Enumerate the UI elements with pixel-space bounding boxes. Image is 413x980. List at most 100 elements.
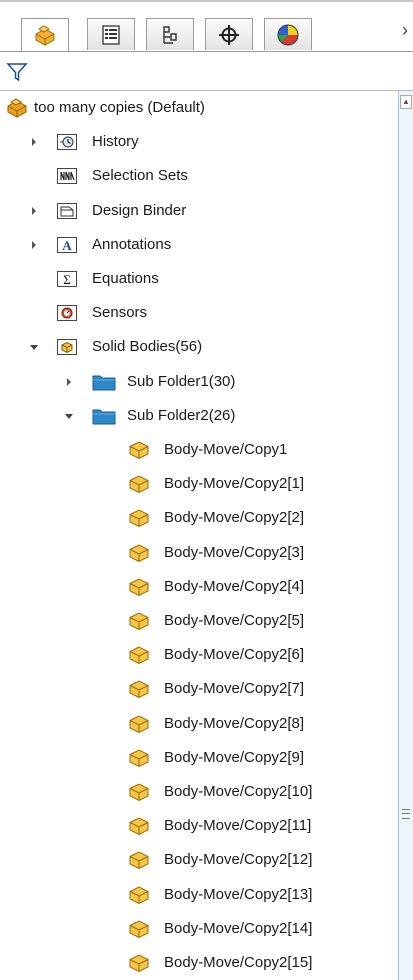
tab-feature-manager[interactable] [21, 18, 69, 52]
filter-icon[interactable] [6, 61, 28, 87]
body-icon [128, 508, 150, 528]
selection-sets-icon [56, 166, 78, 186]
body-icon [128, 885, 150, 905]
appearance-pie-icon [276, 23, 300, 47]
tree-body[interactable]: Body-Move/Copy2[4] [0, 572, 398, 602]
body-icon [128, 611, 150, 631]
tree-body[interactable]: Body-Move/Copy2[1] [0, 469, 398, 499]
vertical-scrollbar[interactable]: ▲ [398, 91, 413, 980]
body-icon [128, 577, 150, 597]
tree-item-label: Body-Move/Copy2[12] [164, 851, 313, 869]
tree-body[interactable]: Body-Move/Copy2[2] [0, 503, 398, 533]
tab-configuration-manager[interactable] [146, 18, 194, 50]
tree-item[interactable]: Solid Bodies(56) [0, 332, 398, 362]
tree-body[interactable]: Body-Move/Copy2[11] [0, 811, 398, 841]
tree-item[interactable]: Selection Sets [0, 161, 398, 191]
tree-folder[interactable]: Sub Folder2(26) [0, 401, 398, 431]
panel-collapse-button[interactable]: › [402, 20, 408, 41]
collapsed-arrow-icon[interactable] [64, 377, 74, 387]
tree-item-label: Equations [92, 270, 159, 287]
body-icon [128, 679, 150, 699]
tree-body[interactable]: Body-Move/Copy2[3] [0, 538, 398, 568]
tree-item-label: Solid Bodies(56) [92, 338, 203, 356]
tree-body[interactable]: Body-Move/Copy2[13] [0, 880, 398, 910]
top-divider [0, 0, 413, 2]
tree-item-label: Design Binder [92, 201, 187, 219]
tree-item[interactable]: Sensors [0, 298, 398, 328]
collapsed-arrow-icon[interactable] [29, 137, 39, 147]
filter-bar [0, 57, 413, 91]
body-icon [128, 953, 150, 973]
body-icon [128, 543, 150, 563]
scroll-thumb-grip[interactable] [402, 809, 410, 819]
body-icon [128, 645, 150, 665]
equations-icon: Σ [56, 269, 78, 289]
tab-divider [0, 51, 413, 52]
body-icon [128, 816, 150, 836]
tree-root[interactable]: too many copies (Default) [0, 93, 398, 123]
folder-icon [92, 406, 116, 426]
tree-item[interactable]: History [0, 127, 398, 157]
sensors-icon [56, 303, 78, 323]
body-icon [128, 714, 150, 734]
annotations-icon: A [56, 235, 78, 255]
feature-tree: too many copies (Default) History Selectio… [0, 91, 398, 980]
expanded-arrow-icon[interactable] [64, 411, 74, 421]
collapsed-arrow-icon[interactable] [29, 206, 39, 216]
manager-tab-bar: › [0, 0, 413, 57]
tab-property-manager[interactable] [87, 18, 135, 50]
tree-item-label: Body-Move/Copy2[10] [164, 783, 313, 800]
tree-body[interactable]: Body-Move/Copy2[6] [0, 640, 398, 670]
tree-item-label: too many copies (Default) [34, 99, 205, 116]
body-icon [128, 919, 150, 939]
tree-item[interactable]: Σ Equations [0, 264, 398, 294]
body-icon [128, 850, 150, 870]
body-icon [128, 782, 150, 802]
tree-body[interactable]: Body-Move/Copy2[14] [0, 914, 398, 944]
tree-item-label: Body-Move/Copy2[6] [164, 646, 305, 664]
crosshair-icon [218, 24, 240, 46]
tree-body[interactable]: Body-Move/Copy2[12] [0, 845, 398, 875]
tree-item-label: Body-Move/Copy2[15] [164, 954, 313, 971]
tree-item-label: Body-Move/Copy1 [164, 441, 288, 458]
tree-item-label: Body-Move/Copy2[9] [164, 748, 305, 766]
tree-item-label: Sub Folder1(30) [127, 372, 236, 390]
tree-body[interactable]: Body-Move/Copy2[8] [0, 709, 398, 739]
tree-body[interactable]: Body-Move/Copy2[7] [0, 674, 398, 704]
property-list-icon [100, 24, 122, 46]
part-icon [6, 98, 28, 118]
collapsed-arrow-icon[interactable] [29, 240, 39, 250]
body-icon [128, 440, 150, 460]
tab-dimxpert-manager[interactable] [205, 18, 253, 50]
tree-item-label: Body-Move/Copy2[2] [164, 509, 305, 527]
tree-item-label: Body-Move/Copy2[1] [164, 475, 305, 493]
expanded-arrow-icon[interactable] [29, 342, 39, 352]
scroll-up-button[interactable]: ▲ [400, 95, 412, 109]
tree-item-label: History [92, 133, 139, 151]
body-icon [128, 748, 150, 768]
tree-item-label: Selection Sets [92, 167, 188, 185]
svg-text:A: A [62, 238, 72, 253]
tree-body[interactable]: Body-Move/Copy2[9] [0, 743, 398, 773]
design-binder-icon [56, 201, 78, 221]
tree-item-label: Body-Move/Copy2[11] [164, 817, 312, 835]
tree-body[interactable]: Body-Move/Copy2[5] [0, 606, 398, 636]
tree-item-label: Body-Move/Copy2[13] [164, 885, 313, 903]
tab-display-manager[interactable] [264, 18, 312, 50]
history-icon [56, 132, 78, 152]
tree-item-label: Body-Move/Copy2[3] [164, 543, 305, 561]
tree-item-label: Body-Move/Copy2[7] [164, 680, 305, 698]
tree-body[interactable]: Body-Move/Copy1 [0, 435, 398, 465]
configuration-icon [159, 24, 181, 46]
tree-folder[interactable]: Sub Folder1(30) [0, 367, 398, 397]
tree-item[interactable]: A Annotations [0, 230, 398, 260]
part-icon [33, 24, 57, 47]
tree-item-label: Body-Move/Copy2[5] [164, 612, 305, 629]
solid-bodies-icon [56, 337, 78, 357]
tree-item[interactable]: Design Binder [0, 196, 398, 226]
tree-item-label: Body-Move/Copy2[4] [164, 577, 305, 595]
tree-item-label: Body-Move/Copy2[8] [164, 714, 305, 732]
tree-body[interactable]: Body-Move/Copy2[10] [0, 777, 398, 807]
tree-body[interactable]: Body-Move/Copy2[15] [0, 948, 398, 978]
svg-text:Σ: Σ [63, 272, 71, 287]
